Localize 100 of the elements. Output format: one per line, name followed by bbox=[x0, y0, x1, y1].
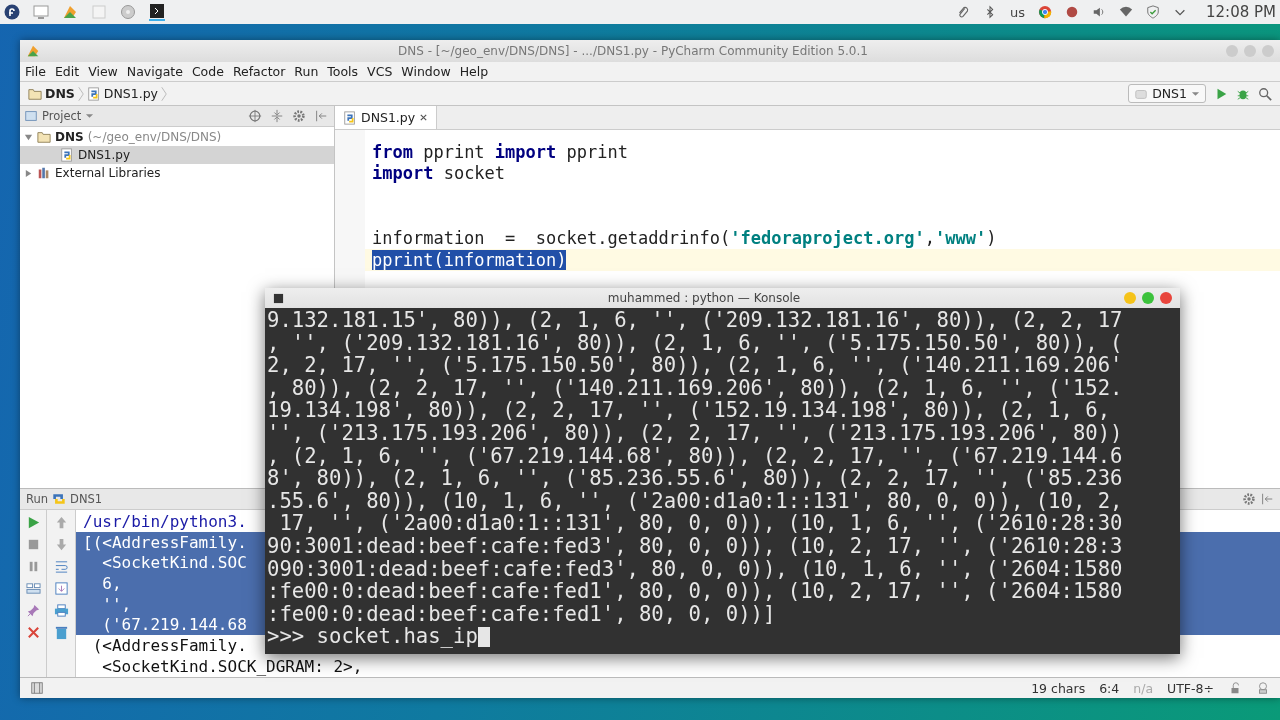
console-output-line: (<AddressFamily. bbox=[91, 635, 247, 655]
terminal-output-line: 90:3001:dead:beef:cafe:fed3', 80, 0, 0)), (10, 2, 17, '', ('2610:28:3 bbox=[267, 534, 1124, 558]
paperclip-icon[interactable] bbox=[956, 5, 970, 19]
terminal-output-line: 9.132.181.15', 80)), (2, 1, 6, '', ('209.132.181.16', 80)), (2, 2, 17 bbox=[267, 309, 1124, 332]
close-button[interactable] bbox=[1160, 292, 1172, 304]
window-title: muhammed : python — Konsole bbox=[606, 291, 802, 305]
terminal-output-line: 090:3001:dead:beef:cafe:fed3', 80, 0, 0)), (10, 1, 6, '', ('2604:1580 bbox=[267, 557, 1124, 581]
menu-item[interactable]: Code bbox=[191, 64, 224, 79]
code-line: information = socket.getaddrinfo('fedoraproject.org','www') bbox=[372, 228, 997, 249]
expand-arrow-icon[interactable] bbox=[24, 132, 33, 142]
terminal-icon[interactable] bbox=[149, 3, 165, 21]
python-file-icon bbox=[86, 86, 101, 101]
caret-icon bbox=[1191, 90, 1200, 97]
run-config-dropdown[interactable]: DNS1 bbox=[1128, 84, 1206, 103]
hide-panel-icon[interactable] bbox=[1260, 492, 1274, 506]
record-icon[interactable] bbox=[1065, 5, 1079, 19]
menu-item[interactable]: Refactor bbox=[232, 64, 286, 79]
encoding-selector[interactable]: UTF-8÷ bbox=[1167, 680, 1214, 696]
window-title: DNS - [~/geo_env/DNS/DNS] - .../DNS1.py - PyCharm Community Edition 5.0.1 bbox=[397, 44, 869, 58]
run-config-name[interactable]: DNS1 bbox=[70, 492, 103, 506]
terminal-prompt[interactable]: >>> socket.has_ip bbox=[267, 625, 478, 648]
terminal-output-line: 8', 80)), (2, 1, 6, '', ('85.236.55.6', 80)), (2, 2, 17, '', ('85.236 bbox=[267, 467, 1124, 490]
hide-panel-icon[interactable] bbox=[314, 109, 328, 123]
menu-item[interactable]: Window bbox=[401, 64, 451, 79]
terminal-output-line: , '', ('209.132.181.16', 80)), (2, 1, 6, '', ('5.175.150.50', 80)), ( bbox=[267, 331, 1124, 355]
code-line: import socket bbox=[372, 163, 506, 184]
disc-icon[interactable] bbox=[120, 4, 136, 20]
tree-item[interactable]: DNS1.py bbox=[78, 148, 130, 162]
scroll-to-end-icon[interactable] bbox=[53, 581, 69, 596]
insert-mode: n/a bbox=[1133, 680, 1154, 696]
terminal-output-line: .55.6', 80)), (10, 1, 6, '', ('2a00:d1a0:1::131', 80, 0, 0)), (10, 2, bbox=[267, 489, 1124, 513]
menu-item[interactable]: VCS bbox=[367, 64, 393, 79]
console-output-line: <SocketKind.SOCK_DGRAM: 2>, bbox=[101, 656, 363, 676]
editor-tab[interactable]: DNS1.py bbox=[335, 106, 438, 129]
menu-item[interactable]: Run bbox=[294, 64, 319, 79]
soft-wrap-icon[interactable] bbox=[53, 559, 69, 574]
console-output-line: 6, bbox=[101, 573, 122, 593]
python-file-icon bbox=[60, 148, 74, 162]
folder-icon bbox=[28, 86, 42, 101]
pin-icon[interactable] bbox=[25, 603, 41, 618]
chevron-right-icon bbox=[77, 85, 84, 102]
shield-icon[interactable] bbox=[1146, 5, 1160, 19]
menu-item[interactable]: Navigate bbox=[126, 64, 183, 79]
terminal-output-line: , 80)), (2, 2, 17, '', ('140.211.169.206', 80)), (2, 1, 6, '', ('152. bbox=[267, 376, 1124, 400]
console-output-line: <SocketKind.SOC bbox=[101, 553, 247, 573]
menu-item[interactable]: Tools bbox=[327, 64, 359, 79]
terminal-output-line: :fe00:0:dead:beef:cafe:fed1', 80, 0, 0)), (10, 2, 17, '', ('2604:1580 bbox=[267, 580, 1124, 603]
terminal-output-line: 2, 2, 17, '', ('5.175.150.50', 80)), (2, 1, 6, '', ('140.211.169.206' bbox=[267, 354, 1124, 377]
collapse-icon[interactable] bbox=[270, 109, 284, 123]
locate-icon[interactable] bbox=[248, 109, 262, 123]
breadcrumb-item[interactable]: DNS1.py bbox=[103, 86, 158, 101]
close-icon[interactable] bbox=[25, 625, 41, 640]
speaker-icon[interactable] bbox=[1092, 5, 1106, 19]
gear-icon[interactable] bbox=[1242, 492, 1256, 506]
terminal-output-line: 17, '', ('2a00:d1a0:1::131', 80, 0, 0)), (10, 1, 6, '', ('2610:28:30 bbox=[278, 512, 1124, 535]
tree-item[interactable]: DNS bbox=[55, 130, 84, 144]
chrome-icon[interactable] bbox=[1038, 5, 1052, 19]
print-icon[interactable] bbox=[53, 603, 69, 618]
gear-icon[interactable] bbox=[292, 109, 306, 123]
expand-arrow-icon[interactable] bbox=[24, 168, 33, 178]
terminal-output-line: , (2, 1, 6, '', ('67.219.144.68', 80)), (2, 2, 17, '', ('67.219.144.6 bbox=[267, 444, 1124, 468]
terminal-output-line: :fe00:0:dead:beef:cafe:fed1', 80, 0, 0))] bbox=[267, 602, 777, 626]
maximize-button[interactable] bbox=[1142, 292, 1154, 304]
run-tool-label[interactable]: Run bbox=[26, 492, 49, 506]
menu-item[interactable]: Edit bbox=[54, 64, 80, 79]
wifi-icon[interactable] bbox=[1119, 5, 1133, 19]
code-line: from pprint import pprint bbox=[372, 141, 628, 162]
terminal-icon bbox=[273, 292, 284, 304]
console-output-line: '', bbox=[101, 594, 132, 614]
project-icon bbox=[24, 109, 38, 123]
text-cursor bbox=[477, 626, 490, 647]
clock[interactable]: 12:08 PM bbox=[1206, 3, 1276, 21]
caret-position[interactable]: 6:4 bbox=[1099, 680, 1120, 696]
path-hint: (~/geo_env/DNS/DNS) bbox=[87, 130, 222, 144]
menu-item[interactable]: Help bbox=[459, 64, 489, 79]
python-file-icon bbox=[343, 110, 357, 125]
breadcrumb-item[interactable]: DNS bbox=[45, 86, 75, 101]
library-icon bbox=[37, 166, 51, 180]
fedora-logo-icon[interactable] bbox=[4, 4, 20, 20]
trash-icon[interactable] bbox=[53, 625, 69, 640]
panel-toggle-icon[interactable] bbox=[30, 681, 44, 695]
terminal-output-line: 19.134.198', 80)), (2, 2, 17, '', ('152.19.134.198', 80)), (2, 1, 6, bbox=[267, 399, 1112, 422]
python-icon bbox=[52, 492, 67, 506]
console-output-line: ('67.219.144.68 bbox=[101, 615, 247, 635]
inspector-icon[interactable] bbox=[1256, 681, 1270, 695]
pycharm-icon[interactable] bbox=[62, 4, 78, 20]
terminal-output-line: '', ('213.175.193.206', 80)), (2, 2, 17, '', ('213.175.193.206', 80)) bbox=[267, 421, 1124, 445]
layout-icon[interactable] bbox=[25, 581, 41, 596]
desktop-icon[interactable] bbox=[33, 4, 49, 20]
pycharm-icon bbox=[26, 44, 40, 58]
close-icon[interactable] bbox=[419, 113, 429, 122]
selection-count: 19 chars bbox=[1031, 680, 1086, 696]
tree-item[interactable]: External Libraries bbox=[55, 166, 161, 180]
menu-item[interactable]: View bbox=[88, 64, 118, 79]
menu-item[interactable]: File bbox=[25, 64, 46, 79]
search-icon[interactable] bbox=[1258, 86, 1272, 101]
folder-icon bbox=[37, 130, 51, 144]
chevron-right-icon bbox=[161, 85, 167, 102]
keyboard-layout[interactable]: us bbox=[1010, 4, 1025, 20]
console-output-line: [(<AddressFamily. bbox=[83, 532, 247, 552]
